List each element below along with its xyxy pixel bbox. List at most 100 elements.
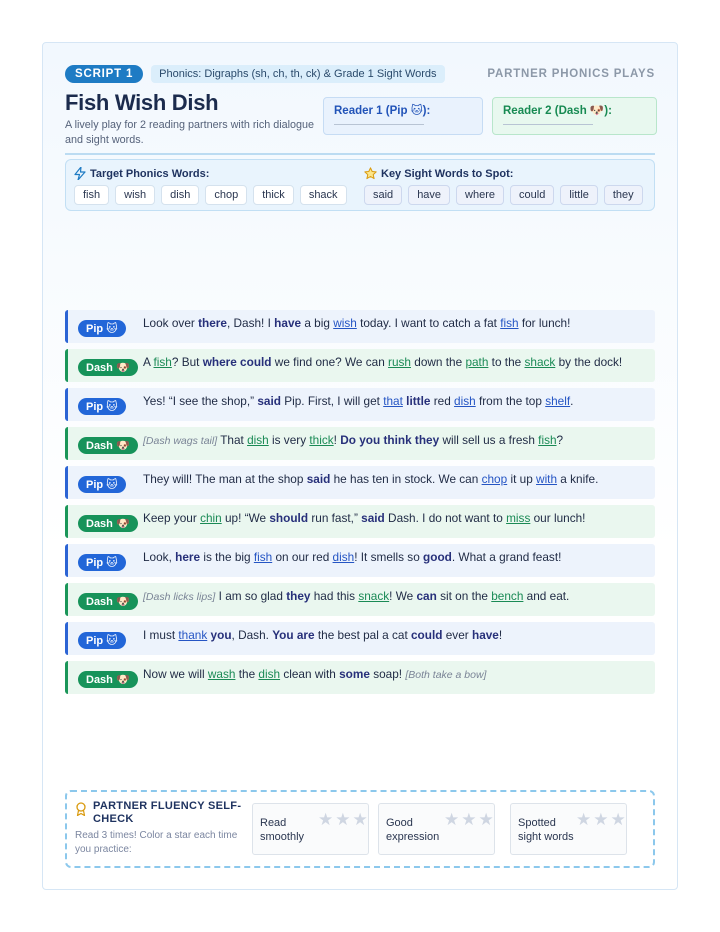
sight-words-section: Key Sight Words to Spot: said have where co…: [364, 167, 643, 205]
sight-word: here: [175, 550, 201, 564]
phonics-word: dish: [332, 550, 355, 564]
dialogue-line-pip: Pip 🐱 Yes! “I see the shop,” said Pip. Fi…: [65, 388, 655, 421]
dialogue-segment: That: [217, 433, 248, 447]
sight-word: little: [406, 394, 431, 408]
sight-word: said: [306, 472, 331, 486]
star-icon[interactable]: ★: [335, 810, 352, 829]
script-page: SCRIPT 1 Phonics: Digraphs (sh, ch, th, …: [42, 42, 678, 890]
header-divider: [65, 153, 655, 155]
target-word-chip: fish: [74, 185, 110, 205]
dialogue-segment: Pip. First, I will get: [280, 394, 384, 408]
star-icon[interactable]: ★: [576, 810, 593, 829]
star-icon[interactable]: ★: [318, 810, 335, 829]
phonics-word: fish: [500, 316, 519, 330]
dialogue-segment: They will! The man at the shop: [143, 472, 307, 486]
sight-word: you: [210, 628, 232, 642]
phonics-word: fish: [538, 433, 557, 447]
sight-word: good: [423, 550, 452, 564]
star-icon[interactable]: ★: [444, 810, 461, 829]
top-bar: SCRIPT 1 Phonics: Digraphs (sh, ch, th, …: [65, 64, 655, 84]
page-title: Fish Wish Dish: [65, 90, 219, 115]
dialogue-segment: , Dash! I: [226, 316, 275, 330]
target-word-chip: chop: [205, 185, 248, 205]
dialogue-segment: run fast,”: [308, 511, 362, 525]
dialogue-segment: , Dash.: [231, 628, 273, 642]
dialogue-line-pip: Pip 🐱 They will! The man at the shop said…: [65, 466, 655, 499]
dialogue-segment: it up: [507, 472, 537, 486]
reader1-name-field[interactable]: Reader 1 (Pip 🐱):: [323, 97, 483, 135]
sight-word: some: [339, 667, 370, 681]
dialogue-segment: Look,: [143, 550, 176, 564]
dialogue-segment: ?: [556, 433, 564, 447]
page-subtitle: A lively play for 2 reading partners wit…: [65, 119, 315, 146]
script-number-badge: SCRIPT 1: [65, 65, 144, 83]
dialogue-line-dash: Dash 🐶 Now we will wash the dish clean wi…: [65, 661, 655, 694]
star-icon[interactable]: ★: [479, 810, 496, 829]
dialogue-segment: up! “We: [221, 511, 270, 525]
target-word-chip: dish: [161, 185, 200, 205]
sight-word: have: [471, 628, 499, 642]
phonics-word: that: [383, 394, 403, 408]
phonics-word: dish: [454, 394, 476, 408]
phonics-word: dish: [258, 667, 281, 681]
sight-words-heading: Key Sight Words to Spot:: [381, 167, 514, 180]
dialogue-text: Look over there, Dash! I have a big wish…: [143, 316, 647, 330]
sight-word-chip: they: [603, 185, 643, 205]
dash-speaker-badge: Dash 🐶: [78, 437, 138, 454]
dialogue-segment: down the: [411, 355, 466, 369]
target-words-list: fish wish dish chop thick shack: [74, 185, 347, 205]
phonics-word: miss: [506, 511, 531, 525]
target-word-chip: thick: [253, 185, 294, 205]
dialogue-text: A fish? But where could we find one? We …: [143, 355, 647, 369]
dialogue-segment: had this: [310, 589, 359, 603]
dialogue-segment: Yes! “I see the shop,”: [143, 394, 258, 408]
target-words-heading: Target Phonics Words:: [90, 167, 210, 180]
dialogue-line-pip: Pip 🐱 I must thank you, Dash. You are the…: [65, 622, 655, 655]
dash-speaker-badge: Dash 🐶: [78, 359, 138, 376]
dialogue-segment: to the: [488, 355, 525, 369]
dialogue-segment: we find one? We can: [271, 355, 389, 369]
dialogue-segment: a knife.: [557, 472, 599, 486]
phonics-word: path: [465, 355, 489, 369]
star-icon[interactable]: ★: [593, 810, 610, 829]
phonics-word: fish: [253, 550, 273, 564]
reader2-name-field[interactable]: Reader 2 (Dash 🐶):: [492, 97, 657, 135]
self-check-card: Good expression ★★★: [378, 803, 495, 855]
medal-icon: [76, 802, 86, 816]
dialogue-segment: is the big: [200, 550, 254, 564]
sight-word: there: [198, 316, 227, 330]
phonics-word: wish: [333, 316, 357, 330]
self-check-label: Spotted sight words: [518, 817, 574, 843]
dash-speaker-badge: Dash 🐶: [78, 593, 138, 610]
dialogue-segment: our lunch!: [530, 511, 586, 525]
phonics-word: shack: [524, 355, 556, 369]
sight-word-chip: have: [408, 185, 451, 205]
dialogue-segment: !: [498, 628, 503, 642]
star-icon[interactable]: ★: [353, 810, 370, 829]
reader1-label: Reader 1 (Pip 🐱):: [334, 105, 431, 117]
sight-word: where could: [202, 355, 272, 369]
dialogue-segment: Keep your: [143, 511, 201, 525]
dialogue-segment: I must: [143, 628, 179, 642]
phonics-word: thank: [178, 628, 208, 642]
dialogue-segment: A: [143, 355, 154, 369]
target-word-chip: shack: [299, 185, 347, 205]
self-check-label: Read smoothly: [260, 817, 305, 843]
dialogue-text: Look, here is the big fish on our red di…: [143, 550, 647, 564]
self-check-label: Good expression: [386, 817, 440, 843]
dialogue-line-pip: Pip 🐱 Look, here is the big fish on our r…: [65, 544, 655, 577]
star-icon[interactable]: ★: [461, 810, 478, 829]
pip-speaker-badge: Pip 🐱: [78, 554, 126, 571]
dialogue-segment: the best pal a cat: [314, 628, 411, 642]
lightning-icon: [74, 167, 86, 180]
star-icon[interactable]: ★: [611, 810, 628, 829]
dialogue-segment: red: [430, 394, 455, 408]
phonics-word: dish: [247, 433, 269, 447]
self-check-instructions: Read 3 times! Color a star each time you…: [75, 830, 238, 855]
stage-direction: [Both take a bow]: [405, 669, 487, 681]
dialogue-text: I must thank you, Dash. You are the best…: [143, 628, 647, 642]
dialogue-segment: . What a grand feast!: [451, 550, 562, 564]
pip-speaker-badge: Pip 🐱: [78, 320, 126, 337]
dialogue-segment: the: [235, 667, 259, 681]
dash-speaker-badge: Dash 🐶: [78, 515, 138, 532]
